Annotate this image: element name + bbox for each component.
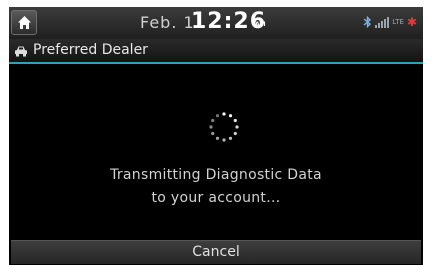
bluetooth-icon — [363, 16, 372, 28]
loading-spinner-icon — [209, 112, 239, 142]
head-unit-screen: Feb. 1 12:26 AM LTE ✱ Preferred Dealer T… — [9, 7, 423, 265]
status-icons: LTE ✱ — [363, 15, 417, 29]
car-icon — [15, 46, 27, 57]
status-bar: Feb. 1 12:26 AM LTE ✱ — [9, 7, 423, 39]
network-label-icon: LTE — [392, 18, 404, 26]
message-line-1: Transmitting Diagnostic Data — [110, 167, 322, 183]
star-icon: ✱ — [406, 15, 417, 29]
signal-bars-icon — [375, 16, 390, 28]
home-icon — [18, 16, 31, 29]
home-button[interactable] — [11, 10, 37, 35]
message-line-2: to your account... — [151, 190, 281, 206]
page-title: Preferred Dealer — [33, 42, 148, 58]
title-bar: Preferred Dealer — [9, 39, 423, 64]
status-date: Feb. 1 — [140, 13, 195, 32]
cancel-button[interactable]: Cancel — [11, 240, 421, 264]
status-ampm: AM — [255, 21, 266, 28]
